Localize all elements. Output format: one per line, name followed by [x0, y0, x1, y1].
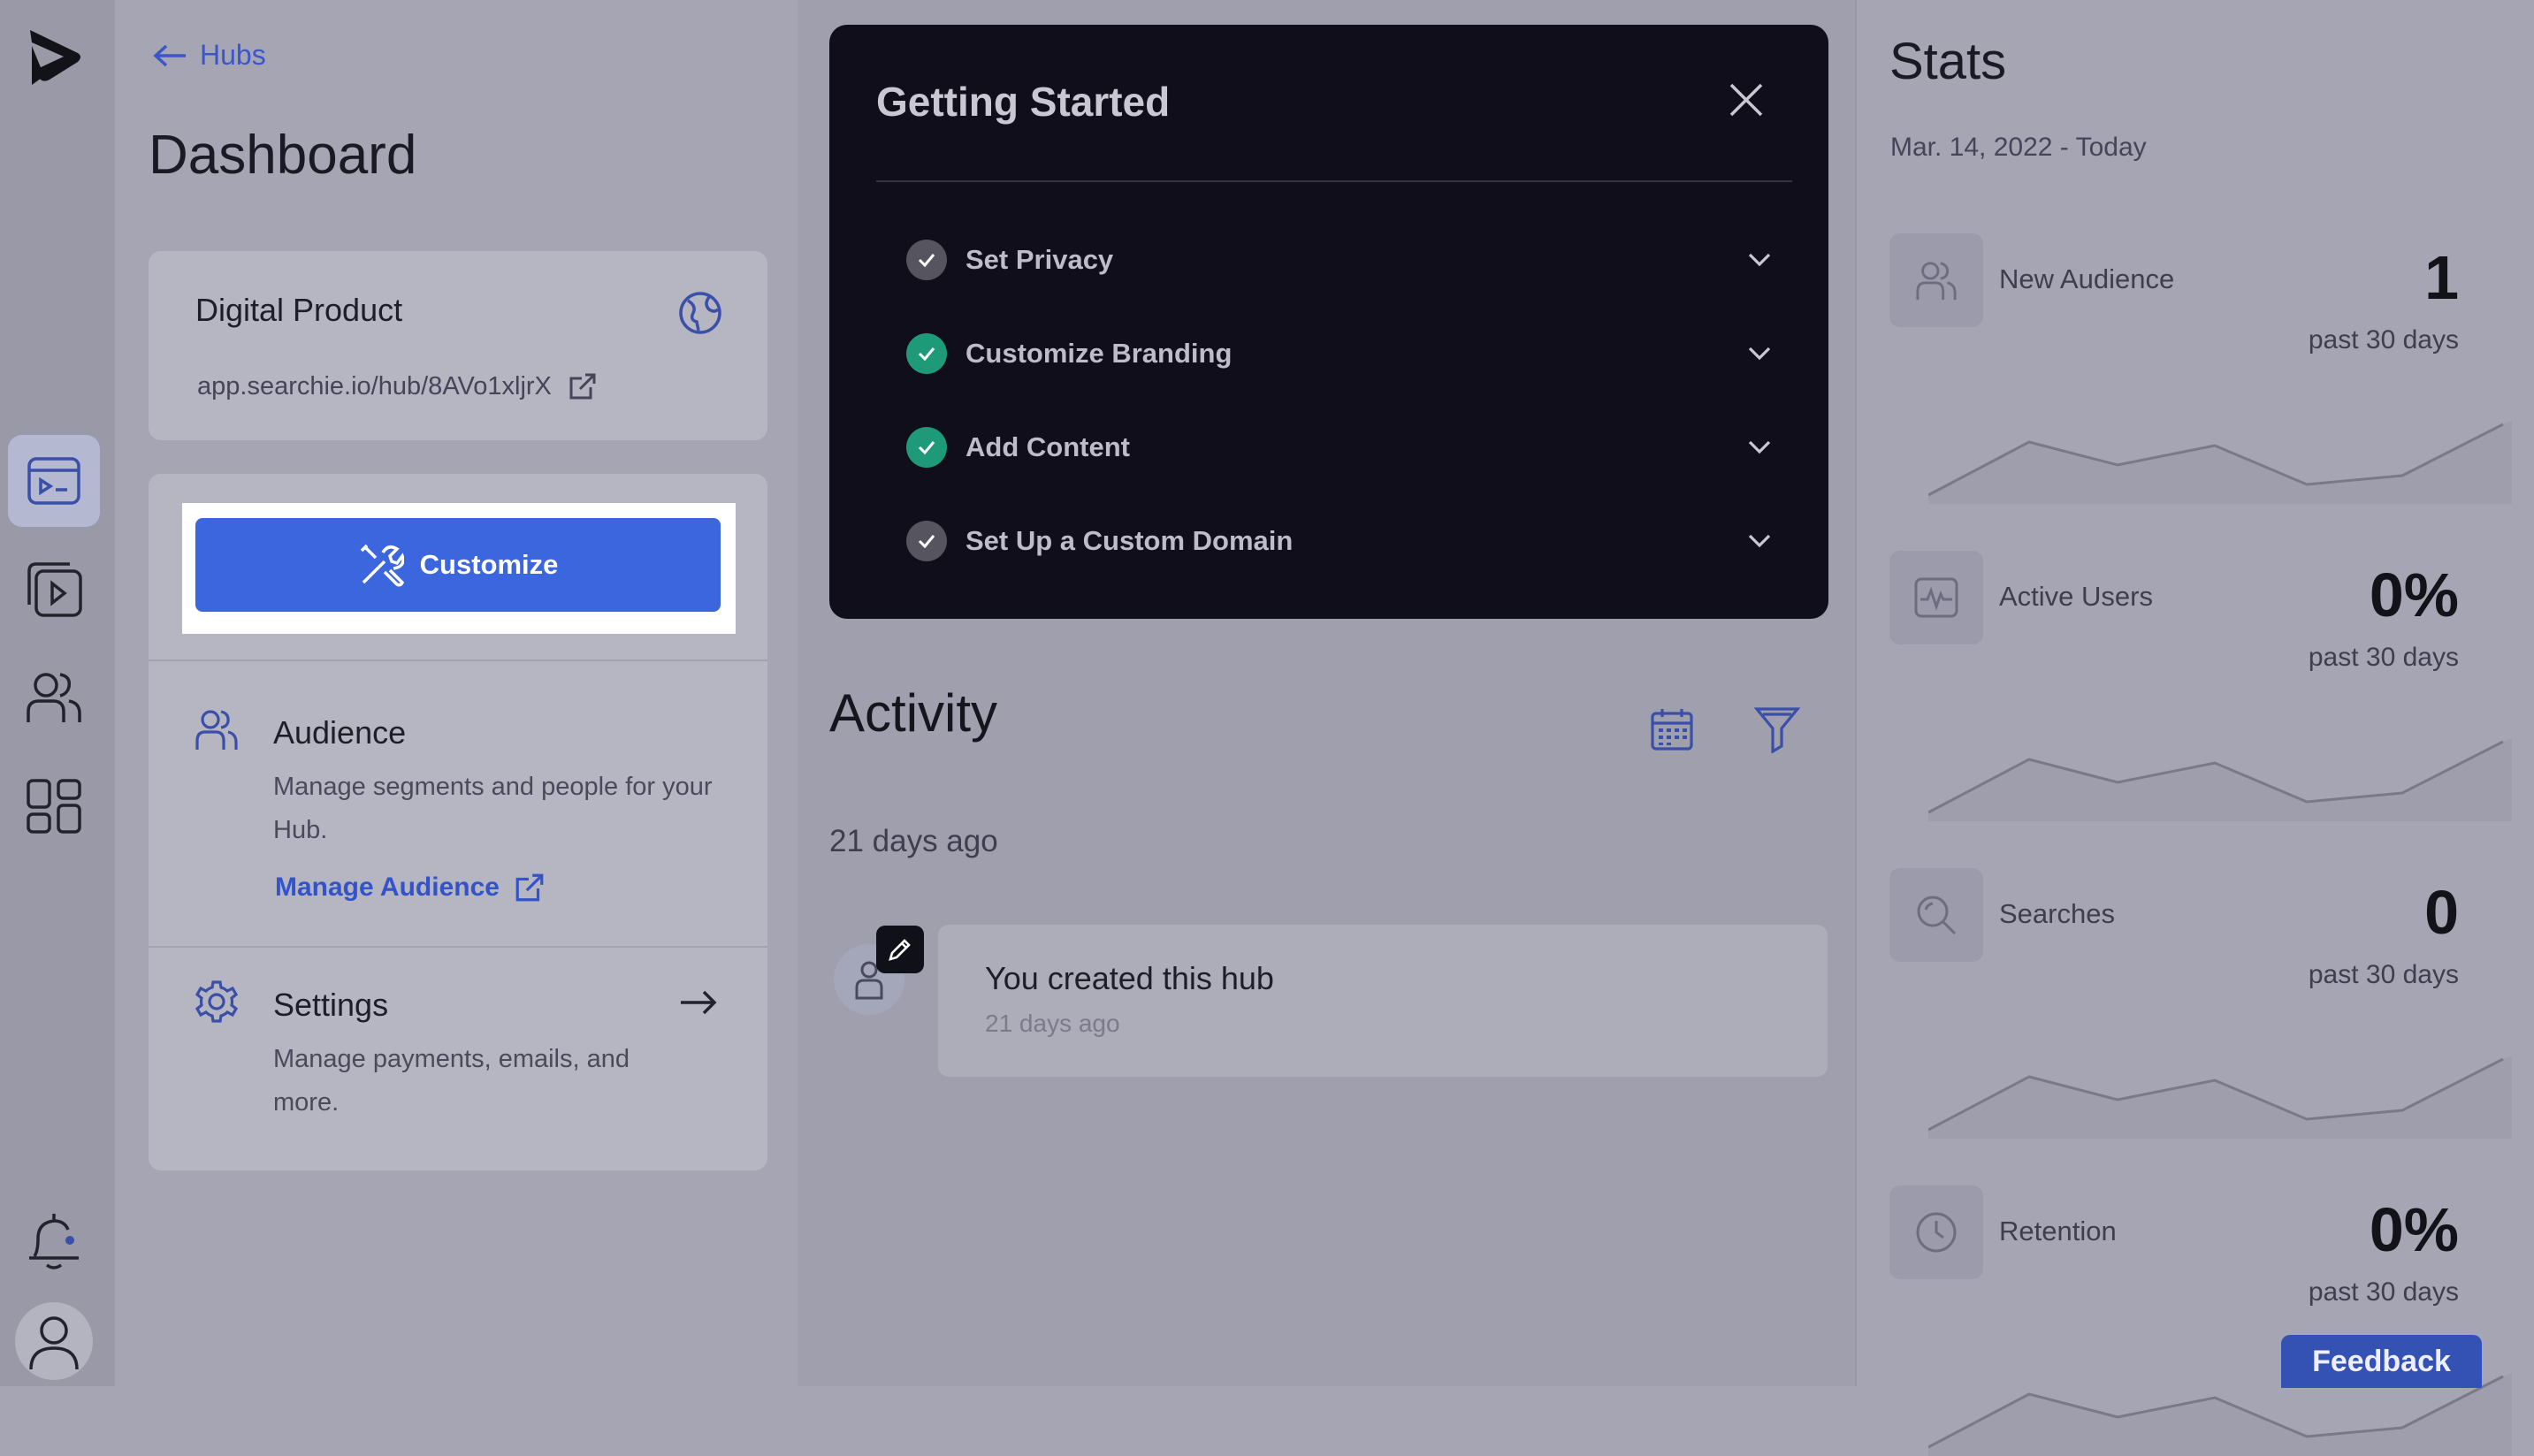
icon-rail [0, 0, 117, 1386]
notifications-bell-icon[interactable] [8, 1195, 100, 1287]
back-to-hubs-link[interactable]: Hubs [152, 39, 266, 72]
customize-label: Customize [419, 549, 559, 580]
stat-value: 1 [2424, 243, 2459, 312]
media-library-icon[interactable] [8, 543, 100, 635]
check-circle-icon [906, 333, 947, 374]
getting-started-step[interactable]: Add Content [906, 421, 1773, 474]
pulse-icon [1889, 551, 1983, 644]
chevron-down-icon[interactable] [1746, 532, 1773, 550]
divider [149, 946, 767, 948]
stat-period: past 30 days [2308, 1277, 2459, 1307]
user-avatar-icon[interactable] [8, 1295, 100, 1387]
activity-text: You created this hub [985, 960, 1274, 996]
hub-url-link[interactable]: app.searchie.io/hub/8AVo1xljrX [197, 371, 598, 401]
getting-started-step[interactable]: Set Up a Custom Domain [906, 515, 1773, 568]
activity-item: You created this hub 21 days ago [938, 925, 1828, 1077]
people-nav-icon[interactable] [8, 651, 100, 743]
dashboard-nav-icon[interactable] [8, 435, 100, 527]
audience-description: Manage segments and people for your Hub. [273, 773, 713, 844]
stat-period: past 30 days [2308, 643, 2459, 672]
stat-value: 0 [2424, 878, 2459, 947]
filter-icon[interactable] [1754, 705, 1800, 753]
close-icon[interactable] [1728, 81, 1765, 118]
audience-title: Audience [273, 714, 407, 751]
sparkline-chart [1928, 738, 2512, 821]
step-label: Customize Branding [966, 338, 1233, 369]
getting-started-title: Getting Started [876, 79, 1171, 125]
customize-button[interactable]: Customize [195, 518, 721, 612]
tools-icon [360, 544, 404, 587]
external-link-icon [569, 373, 596, 400]
audience-icon [195, 707, 239, 751]
stat-value: 0% [2369, 1195, 2459, 1264]
globe-icon[interactable] [677, 290, 723, 336]
arrow-left-icon [153, 44, 186, 66]
check-circle-icon [906, 521, 947, 561]
getting-started-panel: Getting Started Set Privacy Customize Bra… [829, 25, 1828, 619]
stat-card: Active Users 0% past 30 days [1889, 551, 2512, 821]
chevron-down-icon[interactable] [1746, 438, 1773, 456]
stat-label: New Audience [1999, 263, 2175, 294]
stat-card: New Audience 1 past 30 days [1889, 233, 2512, 504]
hub-url: app.searchie.io/hub/8AVo1xljrX [197, 371, 552, 400]
step-label: Set Up a Custom Domain [966, 525, 1294, 556]
hub-info-card: Digital Product app.searchie.io/hub/8AVo… [149, 251, 767, 440]
settings-title: Settings [273, 987, 389, 1023]
settings-arrow-icon[interactable] [679, 988, 718, 1017]
stat-label: Active Users [1999, 581, 2153, 612]
stat-value: 0% [2369, 560, 2459, 629]
activity-title: Activity [829, 683, 998, 743]
manage-audience-label: Manage Audience [275, 873, 500, 902]
stat-period: past 30 days [2308, 960, 2459, 989]
hub-name: Digital Product [195, 292, 403, 328]
divider [149, 659, 767, 661]
app-logo-icon[interactable] [8, 12, 100, 104]
stats-date-range: Mar. 14, 2022 - Today [1890, 133, 2147, 162]
activity-group-time: 21 days ago [829, 824, 998, 858]
edit-pencil-icon [876, 926, 924, 973]
external-link-icon [515, 873, 544, 902]
step-label: Add Content [966, 431, 1130, 462]
stats-title: Stats [1889, 33, 2007, 90]
sparkline-chart [1928, 421, 2512, 504]
divider [876, 180, 1792, 182]
settings-gear-icon [195, 980, 239, 1024]
stat-period: past 30 days [2308, 325, 2459, 354]
feedback-button[interactable]: Feedback [2281, 1335, 2482, 1388]
settings-description: Manage payments, emails, and more. [273, 1045, 630, 1117]
stat-label: Retention [1999, 1216, 2117, 1246]
step-label: Set Privacy [966, 244, 1114, 275]
getting-started-step[interactable]: Set Privacy [906, 233, 1773, 286]
users-icon [1889, 233, 1983, 327]
clock-icon [1889, 1185, 1983, 1279]
manage-audience-link[interactable]: Manage Audience [275, 872, 546, 903]
page-title: Dashboard [149, 125, 417, 186]
chevron-down-icon[interactable] [1746, 345, 1773, 362]
back-label: Hubs [200, 39, 266, 71]
stat-label: Searches [1999, 898, 2115, 929]
activity-time: 21 days ago [985, 1010, 1120, 1037]
stat-card: Searches 0 past 30 days [1889, 868, 2512, 1139]
check-circle-icon [906, 427, 947, 468]
sparkline-chart [1928, 1056, 2512, 1139]
getting-started-step[interactable]: Customize Branding [906, 327, 1773, 380]
calendar-icon[interactable] [1650, 707, 1694, 751]
hub-actions-card: Customize Audience Manage segments and p… [149, 474, 767, 1170]
check-circle-icon [906, 240, 947, 280]
search-icon [1889, 868, 1983, 962]
chevron-down-icon[interactable] [1746, 251, 1773, 269]
stat-card: Retention 0% past 30 days [1889, 1185, 2512, 1456]
apps-grid-icon[interactable] [8, 760, 100, 852]
